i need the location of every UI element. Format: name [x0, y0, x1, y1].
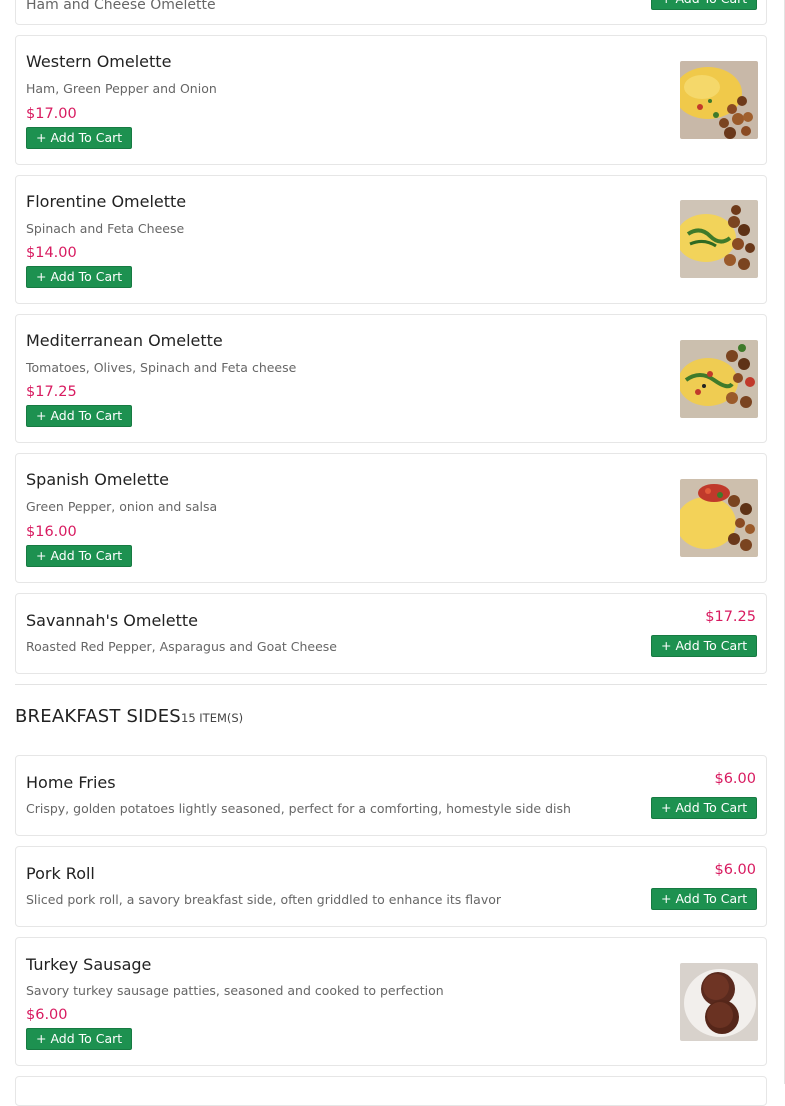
turkey-sausage-photo[interactable]: [680, 963, 758, 1041]
add-to-cart-button[interactable]: + Add To Cart: [651, 888, 758, 910]
add-to-cart-button[interactable]: + Add To Cart: [651, 635, 758, 657]
menu-item-description: Sliced pork roll, a savory breakfast sid…: [26, 892, 501, 907]
add-to-cart-button[interactable]: + Add To Cart: [26, 266, 133, 288]
add-to-cart-button[interactable]: + Add To Cart: [26, 405, 133, 427]
add-to-cart-button[interactable]: + Add To Cart: [651, 797, 758, 819]
menu-item-description: Crispy, golden potatoes lightly seasoned…: [26, 801, 571, 816]
menu-item-description: Spinach and Feta Cheese: [26, 221, 185, 236]
menu-item-name: Spanish Omelette: [26, 470, 169, 489]
section-item-count: 15 ITEM(S): [181, 711, 244, 725]
omelette-photo[interactable]: [680, 340, 758, 418]
menu-item-card[interactable]: Home Fries Crispy, golden potatoes light…: [15, 755, 767, 836]
menu-item-price: $14.00: [26, 245, 77, 261]
menu-item-price: $6.00: [714, 862, 756, 878]
menu-item-price: $6.00: [714, 771, 756, 787]
menu-item-price: $6.00: [26, 1007, 68, 1023]
menu-item-name: Mediterranean Omelette: [26, 331, 223, 350]
menu-item-name: Pork Roll: [26, 864, 95, 883]
menu-item-card[interactable]: Western Omelette Ham, Green Pepper and O…: [15, 35, 767, 165]
menu-item-name: Western Omelette: [26, 52, 172, 71]
menu-item-card: Ham and Cheese Omelette + Add To Cart: [15, 0, 767, 25]
menu-item-description: Ham, Green Pepper and Onion: [26, 81, 217, 96]
menu-item-card: [15, 1076, 767, 1106]
menu-item-name: Ham and Cheese Omelette: [26, 0, 216, 13]
menu-item-name: Home Fries: [26, 773, 116, 792]
menu-item-price: $17.00: [26, 106, 77, 122]
section-title: BREAKFAST SIDES: [15, 706, 181, 727]
menu-item-price: $17.25: [705, 609, 756, 625]
menu-item-price: $17.25: [26, 384, 77, 400]
menu-item-card[interactable]: Savannah's Omelette Roasted Red Pepper, …: [15, 593, 767, 674]
menu-item-card[interactable]: Mediterranean Omelette Tomatoes, Olives,…: [15, 314, 767, 443]
menu-item-card[interactable]: Florentine Omelette Spinach and Feta Che…: [15, 175, 767, 304]
menu-item-description: Tomatoes, Olives, Spinach and Feta chees…: [26, 360, 297, 375]
menu-item-card[interactable]: Pork Roll Sliced pork roll, a savory bre…: [15, 846, 767, 927]
add-to-cart-button[interactable]: + Add To Cart: [26, 1028, 133, 1050]
add-to-cart-button[interactable]: + Add To Cart: [26, 545, 133, 567]
menu-item-description: Savory turkey sausage patties, seasoned …: [26, 983, 444, 998]
add-to-cart-button[interactable]: + Add To Cart: [651, 0, 758, 10]
omelette-photo[interactable]: [680, 200, 758, 278]
menu-item-name: Florentine Omelette: [26, 192, 187, 211]
menu-item-name: Savannah's Omelette: [26, 611, 198, 630]
menu-item-price: $16.00: [26, 524, 77, 540]
menu-item-description: Green Pepper, onion and salsa: [26, 499, 218, 514]
menu-item-description: Roasted Red Pepper, Asparagus and Goat C…: [26, 639, 337, 654]
section-divider: [15, 684, 767, 685]
menu-item-card[interactable]: Turkey Sausage Savory turkey sausage pat…: [15, 937, 767, 1066]
menu-item-name: Turkey Sausage: [26, 955, 152, 974]
omelette-photo[interactable]: [680, 479, 758, 557]
menu-item-card[interactable]: Spanish Omelette Green Pepper, onion and…: [15, 453, 767, 583]
omelette-photo[interactable]: [680, 61, 758, 139]
add-to-cart-button[interactable]: + Add To Cart: [26, 127, 133, 149]
